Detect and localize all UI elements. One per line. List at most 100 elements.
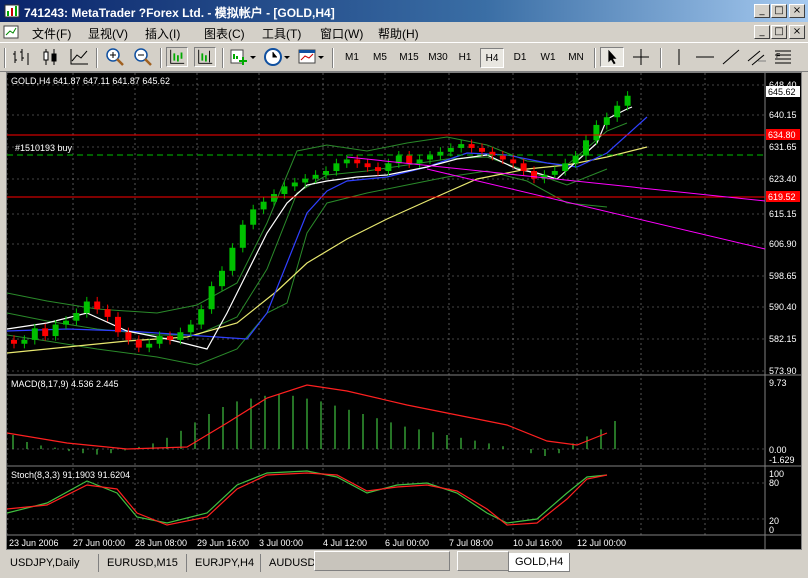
chart-window-icon[interactable] — [3, 25, 19, 39]
toolbar-separator — [594, 48, 596, 68]
crosshair-icon[interactable] — [630, 47, 652, 67]
vertical-line-icon[interactable] — [668, 47, 690, 67]
menu-view[interactable]: 显视(V) — [88, 25, 128, 42]
fast-moving-average — [6, 106, 633, 350]
candle-body — [364, 163, 371, 168]
candle-body — [104, 309, 111, 317]
timeframe-d1[interactable]: D1 — [508, 48, 532, 68]
fibonacci-icon[interactable]: F — [772, 47, 794, 67]
candle-body — [198, 309, 205, 325]
stochastic-scale-label: 80 — [769, 478, 779, 488]
candle-body — [375, 167, 381, 171]
candle-body — [239, 224, 246, 248]
mdi-minimize-button[interactable]: _ — [754, 25, 770, 39]
menu-help[interactable]: 帮助(H) — [378, 25, 419, 42]
tab-scroll-area[interactable] — [314, 551, 450, 571]
trendline-icon[interactable] — [720, 47, 742, 67]
mdi-restore-button[interactable]: □ — [771, 25, 787, 39]
macd-scale-label: 9.73 — [769, 378, 787, 388]
menu-tools[interactable]: 工具(T) — [262, 25, 301, 42]
bar-chart-icon[interactable] — [10, 47, 32, 67]
candle-body — [135, 339, 142, 348]
tab-usdjpy-daily[interactable]: USDJPY,Daily — [10, 554, 80, 572]
stochastic-signal-line — [6, 472, 608, 526]
tab-gold-h4[interactable]: GOLD,H4 — [508, 553, 571, 572]
candle-body — [260, 201, 267, 210]
candle-body — [167, 336, 173, 340]
time-axis-label: 29 Jun 16:00 — [197, 538, 249, 548]
candle-body — [208, 286, 215, 310]
close-button[interactable]: × — [789, 4, 805, 18]
candle-body — [614, 105, 621, 118]
templates-icon[interactable] — [297, 47, 325, 67]
timeframe-m1[interactable]: M1 — [340, 48, 364, 68]
timeframe-m30[interactable]: M30 — [425, 48, 451, 68]
candle-body — [479, 147, 485, 152]
candle-body — [125, 332, 132, 340]
candle-body — [624, 95, 631, 106]
candle-body — [312, 174, 319, 179]
price-chart-canvas[interactable]: 648.40640.15631.65623.40615.15606.90598.… — [6, 73, 801, 549]
timeframe-w1[interactable]: W1 — [536, 48, 560, 68]
time-axis-label: 7 Jul 08:00 — [449, 538, 493, 548]
mdi-close-button[interactable]: × — [789, 25, 805, 39]
candlestick-icon[interactable] — [40, 47, 62, 67]
zoom-in-icon[interactable] — [104, 47, 126, 67]
periods-clock-icon[interactable] — [263, 47, 291, 67]
candle-body — [146, 343, 153, 348]
indicators-icon[interactable] — [229, 47, 257, 67]
menu-file[interactable]: 文件(F) — [32, 25, 71, 42]
toolbar-separator — [160, 48, 162, 68]
time-axis-label: 10 Jul 16:00 — [513, 538, 562, 548]
candle-body — [63, 320, 69, 325]
order-label: #1510193 buy — [15, 143, 73, 153]
candle-body — [250, 209, 257, 225]
candle-body — [52, 324, 59, 337]
candle-body — [156, 336, 163, 344]
chart-shift-icon[interactable] — [194, 47, 216, 67]
price-tick-label: 573.90 — [769, 366, 797, 376]
candle-body — [354, 159, 361, 164]
tab-eurusd-m15[interactable]: EURUSD,M15 — [98, 554, 178, 572]
candle-body — [562, 163, 569, 171]
stochastic-scale-label: 0 — [769, 525, 774, 535]
cursor-icon[interactable] — [600, 47, 624, 67]
app-icon — [4, 4, 20, 18]
toolbar-separator — [660, 48, 662, 68]
candle-body — [468, 144, 475, 148]
chart-toolbar: M1 M5 M15 M30 H1 H4 D1 W1 MN F — [0, 42, 808, 72]
price-tick-label: 590.40 — [769, 302, 797, 312]
timeframe-h1[interactable]: H1 — [454, 48, 476, 68]
auto-scroll-icon[interactable] — [166, 47, 188, 67]
timeframe-mn[interactable]: MN — [564, 48, 588, 68]
candle-body — [603, 117, 610, 125]
maximize-button[interactable]: □ — [771, 4, 787, 18]
timeframe-h4[interactable]: H4 — [480, 48, 504, 68]
candle-body — [187, 324, 194, 333]
price-tick-label: 623.40 — [769, 174, 797, 184]
tab-eurjpy-h4[interactable]: EURJPY,H4 — [186, 554, 254, 572]
menu-insert[interactable]: 插入(I) — [145, 25, 180, 42]
menu-window[interactable]: 窗口(W) — [320, 25, 363, 42]
zoom-out-icon[interactable] — [132, 47, 154, 67]
tab-scroll-area-2[interactable] — [457, 551, 509, 571]
price-tick-label: 582.15 — [769, 334, 797, 344]
candle-body — [427, 155, 433, 160]
toolbar-separator — [332, 48, 334, 68]
macd-scale-label: -1.629 — [769, 455, 795, 465]
toolbar-separator — [96, 48, 98, 68]
menu-bar: 文件(F) 显视(V) 插入(I) 图表(C) 工具(T) 窗口(W) 帮助(H… — [0, 22, 808, 42]
line-chart-icon[interactable] — [68, 47, 90, 67]
menu-chart[interactable]: 图表(C) — [204, 25, 245, 42]
candle-body — [229, 247, 236, 271]
minimize-button[interactable]: _ — [754, 4, 770, 18]
timeframe-m15[interactable]: M15 — [396, 48, 422, 68]
equidistant-channel-icon[interactable] — [746, 47, 768, 67]
candle-body — [271, 194, 277, 202]
chart-tabs: USDJPY,Daily EURUSD,M15 EURJPY,H4 AUDUSD… — [0, 551, 808, 578]
chart-window[interactable]: 648.40 640.15 631.65 623.40 615.15 606.90 598.… — [6, 72, 802, 550]
horizontal-line-icon[interactable] — [694, 47, 716, 67]
timeframe-m5[interactable]: M5 — [368, 48, 392, 68]
symbol-info-label: GOLD,H4 641.87 647.11 641.87 645.62 — [11, 76, 170, 86]
time-axis-label: 4 Jul 12:00 — [323, 538, 367, 548]
